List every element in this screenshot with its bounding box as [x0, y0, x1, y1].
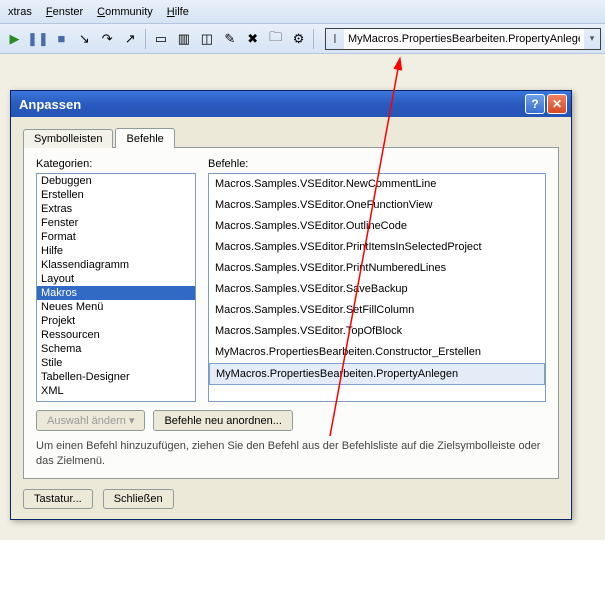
list-item[interactable]: Tabellen-Designer — [37, 370, 195, 384]
list-item[interactable]: Schema — [37, 342, 195, 356]
list-item[interactable]: Macros.Samples.VSEditor.OutlineCode — [209, 216, 545, 237]
tab-commands[interactable]: Befehle — [115, 128, 174, 148]
pause-icon[interactable]: ❚❚ — [27, 28, 49, 50]
menu-bar: xtras Fenster Community Hilfe — [0, 0, 605, 24]
categories-listbox[interactable]: DebuggenErstellenExtrasFensterFormatHilf… — [36, 173, 196, 402]
toolbar-separator — [145, 29, 147, 49]
commands-listbox[interactable]: Macros.Samples.VSEditor.NewCommentLineMa… — [208, 173, 546, 402]
tool-icon-3[interactable]: ◫ — [196, 28, 217, 50]
list-item[interactable]: Hilfe — [37, 244, 195, 258]
list-item[interactable]: Stile — [37, 356, 195, 370]
list-item[interactable]: Macros.Samples.VSEditor.OneFunctionView — [209, 195, 545, 216]
list-item[interactable]: MyMacros.PropertiesBearbeiten.PropertyAn… — [209, 363, 545, 385]
rearrange-commands-button[interactable]: Befehle neu anordnen... — [153, 410, 292, 431]
list-item[interactable]: Erstellen — [37, 188, 195, 202]
toolbar-separator — [313, 29, 315, 49]
list-item[interactable]: Layout — [37, 272, 195, 286]
stop-icon[interactable]: ■ — [51, 28, 72, 50]
macro-input[interactable] — [344, 29, 584, 49]
tool-icon-5[interactable]: ✖ — [242, 28, 263, 50]
titlebar: Anpassen ? ✕ — [11, 91, 571, 117]
caret-icon: I — [326, 31, 344, 46]
close-button[interactable]: Schließen — [103, 489, 174, 509]
close-icon[interactable]: ✕ — [547, 94, 567, 114]
tool-icon-6[interactable]: 🗀 — [265, 28, 286, 50]
menu-window[interactable]: Fenster — [46, 6, 83, 18]
macro-combobox[interactable]: I ▾ — [325, 28, 601, 50]
help-button[interactable]: ? — [525, 94, 545, 114]
hint-text: Um einen Befehl hinzuzufügen, ziehen Sie… — [36, 439, 546, 468]
menu-help[interactable]: Hilfe — [167, 6, 189, 18]
list-item[interactable]: Debuggen — [37, 174, 195, 188]
tool-icon-2[interactable]: ▥ — [173, 28, 194, 50]
dialog-title: Anpassen — [19, 97, 523, 112]
tabpanel-commands: Kategorien: DebuggenErstellenExtrasFenst… — [23, 147, 559, 479]
play-icon[interactable]: ▶ — [4, 28, 25, 50]
content-area: Anpassen ? ✕ Symbolleisten Befehle Kateg… — [0, 54, 605, 540]
list-item[interactable]: Format — [37, 230, 195, 244]
chevron-down-icon[interactable]: ▾ — [584, 33, 600, 44]
commands-label: Befehle: — [208, 158, 546, 170]
modify-selection-button[interactable]: Auswahl ändern ▾ — [36, 410, 145, 431]
list-item[interactable]: Extras — [37, 202, 195, 216]
list-item[interactable]: Klassendiagramm — [37, 258, 195, 272]
list-item[interactable]: Macros.Samples.VSEditor.SetFillColumn — [209, 300, 545, 321]
tabstrip: Symbolleisten Befehle — [23, 125, 559, 147]
step-into-icon[interactable]: ↘ — [74, 28, 95, 50]
list-item[interactable]: Macros.Samples.VSEditor.PrintItemsInSele… — [209, 237, 545, 258]
list-item[interactable]: MyMacros.PropertiesBearbeiten.Constructo… — [209, 342, 545, 363]
list-item[interactable]: Ressourcen — [37, 328, 195, 342]
list-item[interactable]: Macros.Samples.VSEditor.PrintNumberedLin… — [209, 258, 545, 279]
list-item[interactable]: Makros — [37, 286, 195, 300]
toolbar: ▶ ❚❚ ■ ↘ ↷ ↗ ▭ ▥ ◫ ✎ ✖ 🗀 ⚙ I ▾ — [0, 24, 605, 54]
customize-dialog: Anpassen ? ✕ Symbolleisten Befehle Kateg… — [10, 90, 572, 520]
tool-icon-1[interactable]: ▭ — [151, 28, 172, 50]
list-item[interactable]: Neues Menü — [37, 300, 195, 314]
menu-extras[interactable]: xtras — [8, 6, 32, 18]
list-item[interactable]: XML — [37, 384, 195, 398]
step-out-icon[interactable]: ↗ — [120, 28, 141, 50]
menu-community[interactable]: Community — [97, 6, 153, 18]
tool-icon-4[interactable]: ✎ — [219, 28, 240, 50]
list-item[interactable]: Macros.Samples.VSEditor.SaveBackup — [209, 279, 545, 300]
dialog-body: Symbolleisten Befehle Kategorien: Debugg… — [11, 117, 571, 519]
tool-icon-7[interactable]: ⚙ — [288, 28, 309, 50]
keyboard-button[interactable]: Tastatur... — [23, 489, 93, 509]
list-item[interactable]: Projekt — [37, 314, 195, 328]
step-over-icon[interactable]: ↷ — [97, 28, 118, 50]
list-item[interactable]: Fenster — [37, 216, 195, 230]
list-item[interactable]: Macros.Samples.VSEditor.NewCommentLine — [209, 174, 545, 195]
categories-label: Kategorien: — [36, 158, 196, 170]
tab-toolbars[interactable]: Symbolleisten — [23, 129, 113, 148]
list-item[interactable]: Macros.Samples.VSEditor.TopOfBlock — [209, 321, 545, 342]
